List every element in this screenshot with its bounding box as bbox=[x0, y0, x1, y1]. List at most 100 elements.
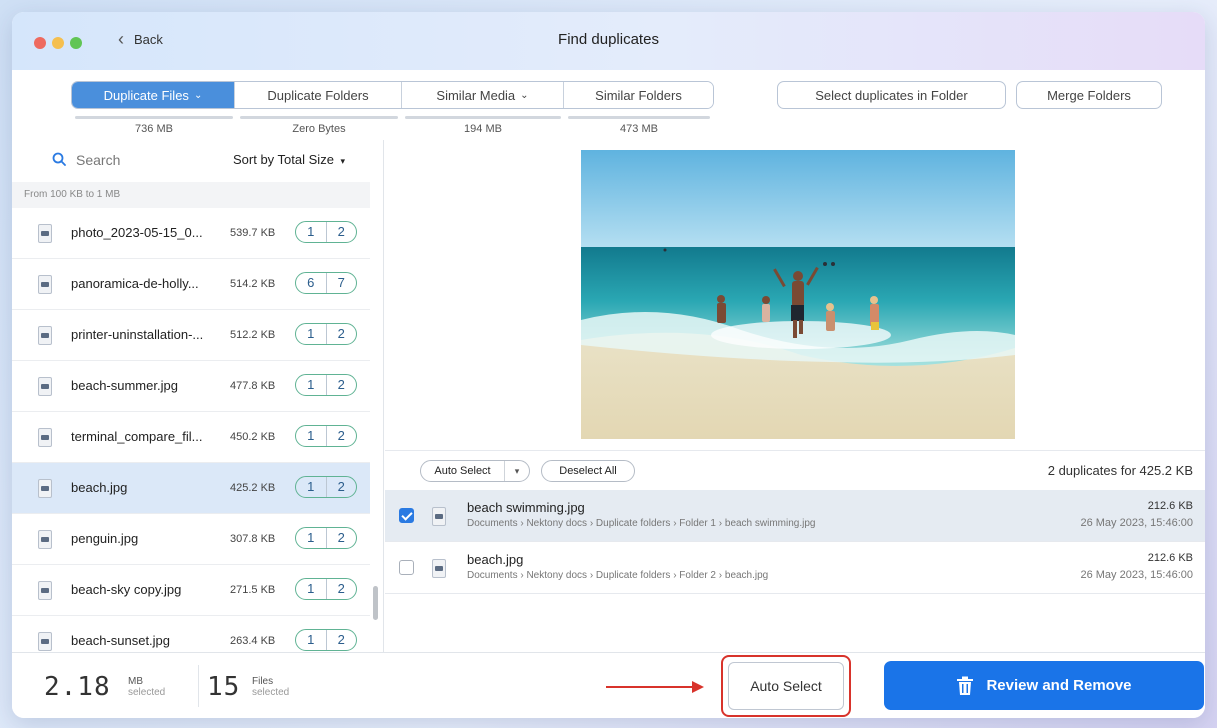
total-count: 2 bbox=[337, 530, 345, 545]
file-name: printer-uninstallation-... bbox=[71, 327, 204, 342]
image-file-icon bbox=[432, 507, 446, 526]
list-item[interactable]: photo_2023-05-15_0... 539.7 KB 12 bbox=[12, 208, 370, 259]
tab-size-duplicate-folders: Zero Bytes bbox=[292, 123, 346, 135]
selected-count: 1 bbox=[296, 528, 327, 548]
selected-count: 1 bbox=[296, 222, 327, 242]
duplicate-count-badge: 12 bbox=[295, 374, 357, 396]
trash-icon bbox=[957, 676, 974, 695]
scrollbar-thumb[interactable] bbox=[373, 586, 378, 620]
preview-panel bbox=[385, 140, 1205, 450]
selected-count: 6 bbox=[296, 273, 327, 293]
beach-preview-image bbox=[581, 150, 1015, 439]
selected-size-unit: MB bbox=[128, 676, 143, 687]
list-item[interactable]: printer-uninstallation-... 512.2 KB 12 bbox=[12, 310, 370, 361]
duplicate-checkbox[interactable] bbox=[399, 560, 414, 575]
total-count: 2 bbox=[337, 377, 345, 392]
duplicate-count-badge: 12 bbox=[295, 425, 357, 447]
caret-down-icon[interactable]: ▾ bbox=[505, 466, 529, 477]
file-name: beach-sunset.jpg bbox=[71, 633, 171, 648]
total-count: 2 bbox=[337, 581, 345, 596]
file-size: 271.5 KB bbox=[230, 584, 276, 596]
selected-files-caption: selected bbox=[252, 687, 290, 698]
tab-size-similar-media: 194 MB bbox=[464, 123, 502, 135]
search-input[interactable]: Search bbox=[76, 152, 120, 168]
review-and-remove-label: Review and Remove bbox=[986, 677, 1132, 694]
duplicate-count-badge: 12 bbox=[295, 221, 357, 243]
duplicate-count-badge: 12 bbox=[295, 323, 357, 345]
title-bar: ‹ Back Find duplicates bbox=[12, 12, 1205, 70]
merge-folders-button[interactable]: Merge Folders bbox=[1016, 81, 1162, 109]
tab-size-duplicate-files: 736 MB bbox=[135, 123, 173, 135]
duplicate-count-badge: 12 bbox=[295, 527, 357, 549]
deselect-all-button[interactable]: Deselect All bbox=[541, 460, 635, 482]
file-name: beach-sky copy.jpg bbox=[71, 582, 182, 597]
file-size: 514.2 KB bbox=[230, 278, 276, 290]
duplicate-count-badge: 12 bbox=[295, 476, 357, 498]
mode-tabs: Duplicate Files ⌄ Duplicate Folders Simil… bbox=[71, 81, 714, 109]
file-size: 512.2 KB bbox=[230, 329, 276, 341]
file-size: 539.7 KB bbox=[230, 227, 276, 239]
size-bar bbox=[405, 116, 561, 119]
tab-label: Duplicate Folders bbox=[267, 87, 369, 103]
duplicate-row[interactable]: beach swimming.jpg Documents › Nektony d… bbox=[385, 490, 1205, 542]
sort-dropdown[interactable]: Sort by Total Size ▾ bbox=[233, 152, 345, 167]
window-title: Find duplicates bbox=[558, 31, 659, 48]
size-bar bbox=[568, 116, 710, 119]
image-file-icon bbox=[432, 559, 446, 578]
auto-select-split-button[interactable]: Auto Select ▾ bbox=[420, 460, 530, 482]
image-file-icon bbox=[38, 275, 52, 294]
file-size: 477.8 KB bbox=[230, 380, 276, 392]
duplicate-row[interactable]: beach.jpg Documents › Nektony docs › Dup… bbox=[385, 542, 1205, 594]
duplicate-name: beach.jpg bbox=[467, 552, 524, 567]
list-item[interactable]: beach-summer.jpg 477.8 KB 12 bbox=[12, 361, 370, 412]
image-file-icon bbox=[38, 632, 52, 651]
tab-duplicate-files[interactable]: Duplicate Files ⌄ bbox=[72, 82, 235, 108]
list-item[interactable]: beach-sky copy.jpg 271.5 KB 12 bbox=[12, 565, 370, 616]
review-and-remove-button[interactable]: Review and Remove bbox=[884, 661, 1204, 710]
list-item[interactable]: terminal_compare_fil... 450.2 KB 12 bbox=[12, 412, 370, 463]
tab-similar-folders[interactable]: Similar Folders bbox=[564, 82, 713, 108]
duplicate-size: 212.6 KB bbox=[1147, 500, 1193, 512]
tab-similar-media[interactable]: Similar Media ⌄ bbox=[402, 82, 564, 108]
total-count: 2 bbox=[337, 326, 345, 341]
selected-count: 1 bbox=[296, 375, 327, 395]
selected-count: 1 bbox=[296, 477, 327, 497]
selected-count: 1 bbox=[296, 426, 327, 446]
list-item[interactable]: panoramica-de-holly... 514.2 KB 67 bbox=[12, 259, 370, 310]
duplicate-date: 26 May 2023, 15:46:00 bbox=[1080, 569, 1193, 581]
duplicate-path: Documents › Nektony docs › Duplicate fol… bbox=[467, 570, 769, 581]
annotation-arrow bbox=[606, 686, 692, 688]
group-header: From 100 KB to 1 MB bbox=[12, 182, 370, 208]
image-file-icon bbox=[38, 224, 52, 243]
auto-select-label: Auto Select bbox=[421, 461, 505, 481]
annotation-arrow-head bbox=[692, 681, 704, 693]
total-count: 7 bbox=[337, 275, 345, 290]
select-duplicates-in-folder-button[interactable]: Select duplicates in Folder bbox=[777, 81, 1006, 109]
image-file-icon bbox=[38, 377, 52, 396]
file-name: terminal_compare_fil... bbox=[71, 429, 203, 444]
footer-divider bbox=[198, 665, 199, 707]
search-icon bbox=[52, 152, 66, 166]
list-item[interactable]: penguin.jpg 307.8 KB 12 bbox=[12, 514, 370, 565]
tab-label: Similar Media bbox=[436, 87, 516, 103]
file-size: 425.2 KB bbox=[230, 482, 276, 494]
tab-duplicate-folders[interactable]: Duplicate Folders bbox=[235, 82, 402, 108]
duplicate-checkbox[interactable] bbox=[399, 508, 414, 523]
file-list-panel: Search Sort by Total Size ▾ From 100 KB … bbox=[12, 140, 384, 667]
selected-size-value: 2.18 bbox=[44, 672, 111, 702]
file-size: 263.4 KB bbox=[230, 635, 276, 647]
duplicate-name: beach swimming.jpg bbox=[467, 500, 585, 515]
list-item-selected[interactable]: beach.jpg 425.2 KB 12 bbox=[12, 463, 370, 514]
list-scrollbar[interactable] bbox=[372, 182, 380, 652]
duplicates-action-bar: Auto Select ▾ Deselect All 2 duplicates … bbox=[385, 450, 1205, 490]
duplicate-date: 26 May 2023, 15:46:00 bbox=[1080, 517, 1193, 529]
file-size: 307.8 KB bbox=[230, 533, 276, 545]
chevron-down-icon: ⌄ bbox=[193, 89, 203, 101]
file-list: photo_2023-05-15_0... 539.7 KB 12 panora… bbox=[12, 208, 370, 667]
total-count: 2 bbox=[337, 428, 345, 443]
duplicate-count-badge: 12 bbox=[295, 578, 357, 600]
auto-select-button[interactable]: Auto Select bbox=[728, 662, 844, 710]
image-file-icon bbox=[38, 326, 52, 345]
file-name: panoramica-de-holly... bbox=[71, 276, 199, 291]
caret-down-icon: ▾ bbox=[340, 156, 346, 166]
